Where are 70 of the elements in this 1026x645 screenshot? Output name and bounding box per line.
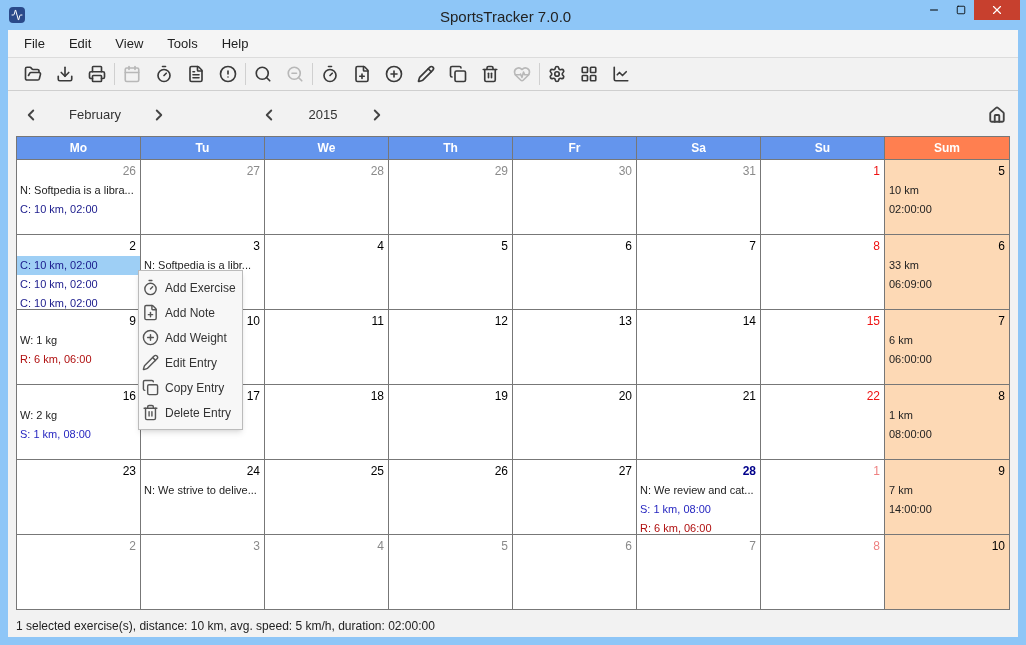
day-number: 27 [246,164,260,178]
day-number: 21 [742,389,756,403]
week-duration: 06:00:00 [889,352,932,367]
day-number: 10 [246,314,260,328]
day-number: 17 [246,389,260,403]
day-number: 5 [501,539,508,553]
week-distance: 6 km [889,333,913,348]
day-number: 20 [618,389,632,403]
day-number: 14 [742,314,756,328]
day-number: 12 [494,314,508,328]
week-distance: 1 km [889,408,913,423]
day-number: 6 [625,539,632,553]
day-number: 16 [122,389,136,403]
year-label: 2015 [307,106,339,125]
day-number: 3 [253,539,260,553]
day-number: 7 [749,539,756,553]
window-title: SportsTracker 7.0.0 [440,7,572,27]
day-number: 26 [122,164,136,178]
day-number: 8 [873,239,880,253]
column-header: Th [389,137,513,160]
week-distance: 10 km [889,183,919,198]
day-number: 28 [742,464,756,478]
week-distance: 7 km [889,483,913,498]
month-label: February [68,106,122,125]
day-number: 28 [370,164,384,178]
week-duration: 08:00:00 [889,427,932,442]
column-header: Su [761,137,885,160]
week-number: 9 [998,464,1005,478]
day-number: 29 [494,164,508,178]
column-header: We [265,137,389,160]
column-header: Sa [637,137,761,160]
day-number: 4 [377,239,384,253]
week-number: 7 [998,314,1005,328]
day-number: 25 [370,464,384,478]
day-number: 6 [625,239,632,253]
day-number: 27 [618,464,632,478]
week-duration: 14:00:00 [889,502,932,517]
day-number: 1 [873,464,880,478]
column-header: Fr [513,137,637,160]
day-number: 13 [618,314,632,328]
week-number: 8 [998,389,1005,403]
week-duration: 06:09:00 [889,277,932,292]
day-number: 5 [501,239,508,253]
day-number: 4 [377,539,384,553]
day-number: 7 [749,239,756,253]
column-header: Sum [885,137,1010,160]
day-number: 9 [129,314,136,328]
day-number: 8 [873,539,880,553]
week-duration: 02:00:00 [889,202,932,217]
day-number: 2 [129,239,136,253]
column-header: Mo [17,137,141,160]
day-number: 26 [494,464,508,478]
day-number: 1 [873,164,880,178]
status-text: 1 selected exercise(s), distance: 10 km, avg. speed: 5 km/h, duration: 02:00:00 [16,618,435,635]
day-number: 19 [494,389,508,403]
day-number: 15 [866,314,880,328]
week-number: 6 [998,239,1005,253]
day-number: 11 [371,314,384,328]
day-number: 23 [122,464,136,478]
day-number: 3 [253,239,260,253]
week-number: 10 [991,539,1005,553]
column-header: Tu [141,137,265,160]
week-number: 5 [998,164,1005,178]
day-number: 31 [742,164,756,178]
day-number: 18 [370,389,384,403]
day-number: 24 [246,464,260,478]
day-number: 30 [618,164,632,178]
day-number: 22 [866,389,880,403]
day-number: 2 [129,539,136,553]
week-distance: 33 km [889,258,919,273]
